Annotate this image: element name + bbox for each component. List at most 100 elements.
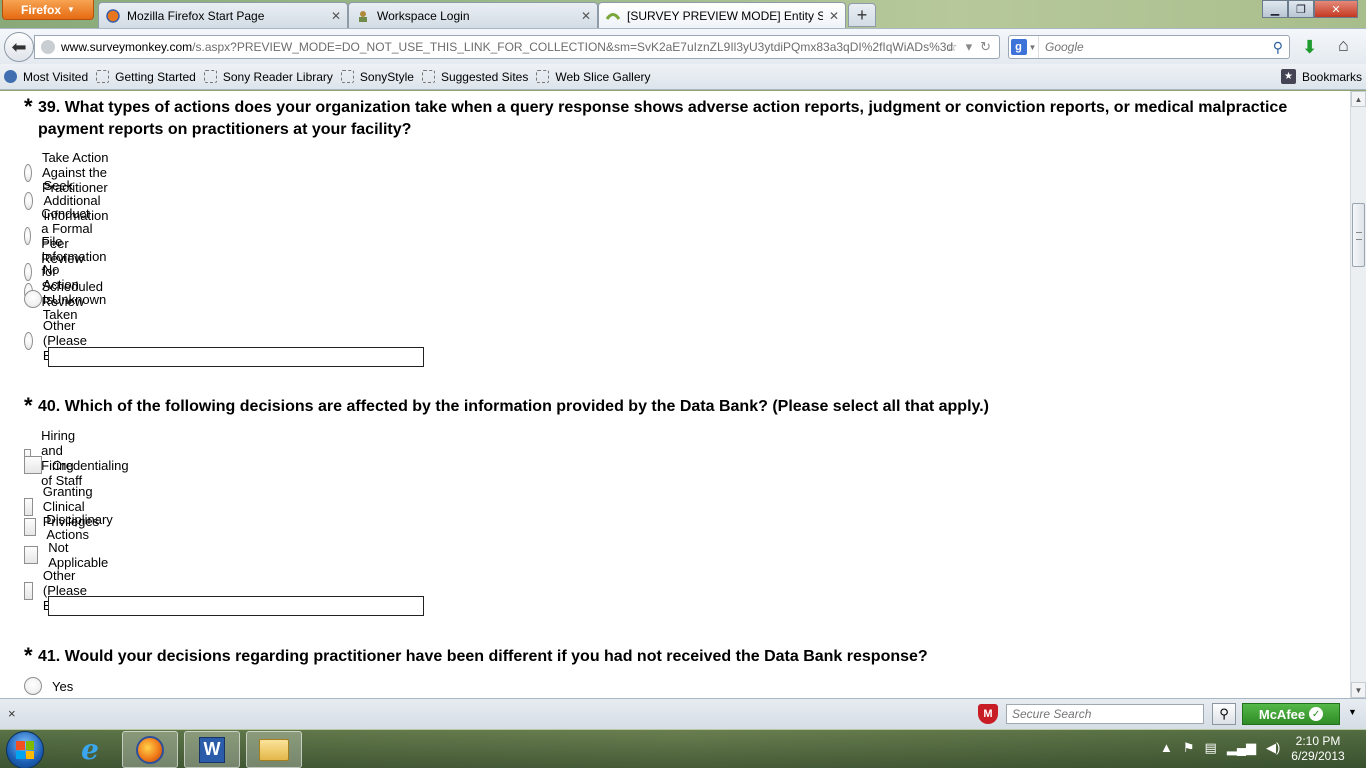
- show-hidden-icons-icon[interactable]: ▲: [1160, 740, 1173, 756]
- bookmark-label: Getting Started: [115, 69, 196, 84]
- close-icon[interactable]: ✕: [581, 9, 591, 23]
- required-asterisk: *: [24, 643, 33, 668]
- search-placeholder: Google: [1045, 40, 1084, 54]
- tab-workspace-login[interactable]: Workspace Login ✕: [348, 2, 598, 28]
- bookmark-label: Suggested Sites: [440, 69, 529, 84]
- checkbox[interactable]: [24, 518, 37, 536]
- close-icon[interactable]: ✕: [829, 9, 839, 23]
- bookmark-label: Sony Reader Library: [222, 69, 333, 84]
- checkbox[interactable]: [24, 581, 33, 600]
- google-icon: g: [1010, 39, 1027, 55]
- scrollbar-thumb[interactable]: [1352, 203, 1365, 267]
- dropdown-arrow-icon[interactable]: ▾: [966, 39, 973, 55]
- mcafee-button[interactable]: McAfee ✓: [1242, 703, 1340, 725]
- search-engine-selector[interactable]: g ▼: [1009, 36, 1039, 58]
- vertical-scrollbar[interactable]: ▲ ▼: [1350, 91, 1366, 698]
- bookmark-most-visited[interactable]: Most Visited: [4, 70, 88, 84]
- option-label[interactable]: Unknown: [52, 292, 106, 307]
- radio-button[interactable]: [24, 331, 33, 350]
- radio-button[interactable]: [24, 677, 42, 695]
- option-label[interactable]: Yes: [52, 679, 73, 694]
- option-label[interactable]: Credentialing: [52, 458, 129, 473]
- checkbox[interactable]: [24, 546, 39, 564]
- search-icon[interactable]: ⚲: [1273, 39, 1283, 56]
- network-signal-icon[interactable]: ▂▄▆: [1227, 740, 1256, 756]
- page-content: * 39. What types of actions does your or…: [0, 91, 1350, 698]
- taskbar-explorer[interactable]: [246, 731, 302, 768]
- page-icon: [203, 70, 217, 83]
- windows-taskbar: e W ▲ ⚑ ▤ ▂▄▆ ◀) 2:10 PM 6/29/2013: [0, 729, 1366, 768]
- checkbox[interactable]: [24, 456, 42, 474]
- bookmark-label: SonyStyle: [359, 69, 414, 84]
- action-center-flag-icon[interactable]: ⚑: [1183, 740, 1195, 756]
- addon-bar: × M ⚲ McAfee ✓ ▼: [0, 698, 1366, 729]
- taskbar-clock[interactable]: 2:10 PM 6/29/2013: [1282, 734, 1354, 764]
- option-row[interactable]: Unknown: [24, 290, 106, 308]
- option-row[interactable]: Not Applicable: [24, 540, 112, 570]
- mcafee-shield-icon[interactable]: M: [978, 704, 998, 724]
- other-explain-input[interactable]: [48, 596, 424, 616]
- radio-button[interactable]: [24, 290, 42, 308]
- bookmarks-menu-label: Bookmarks: [1301, 69, 1362, 84]
- option-label[interactable]: Not Applicable: [48, 540, 112, 570]
- close-addon-bar-icon[interactable]: ×: [8, 706, 16, 721]
- start-button[interactable]: [6, 731, 44, 768]
- url-path: /s.aspx?PREVIEW_MODE=DO_NOT_USE_THIS_LIN…: [192, 40, 954, 54]
- page-icon: [340, 70, 354, 83]
- folder-icon: [259, 738, 289, 761]
- bookmark-label: Most Visited: [23, 69, 89, 84]
- question-header: * 39. What types of actions does your or…: [24, 96, 1308, 141]
- other-explain-input[interactable]: [48, 347, 424, 367]
- question-40: * 40. Which of the following decisions a…: [24, 393, 1308, 418]
- page-icon: [96, 70, 110, 83]
- option-row[interactable]: Disciplinary Actions: [24, 512, 118, 542]
- caret-down-icon: ▼: [1028, 42, 1037, 52]
- volume-icon[interactable]: ◀): [1266, 740, 1280, 756]
- firefox-menu-button[interactable]: Firefox ▼: [2, 0, 94, 20]
- secure-search-input[interactable]: [1006, 704, 1204, 724]
- back-button[interactable]: ⬅: [4, 32, 34, 62]
- download-icon[interactable]: ⬇: [1302, 37, 1317, 58]
- scroll-up-icon[interactable]: ▲: [1351, 91, 1366, 107]
- bookmark-getting-started[interactable]: Getting Started: [96, 70, 196, 84]
- maximize-button[interactable]: ❐: [1288, 0, 1314, 18]
- bookmark-sony-reader-library[interactable]: Sony Reader Library: [203, 69, 333, 84]
- bookmark-sonystyle[interactable]: SonyStyle: [340, 69, 414, 84]
- url-bar[interactable]: www.surveymonkey.com /s.aspx?PREVIEW_MOD…: [34, 35, 1000, 59]
- taskbar-internet-explorer[interactable]: e: [62, 731, 118, 768]
- url-host: www.surveymonkey.com: [61, 40, 193, 54]
- reload-icon[interactable]: ↻: [980, 39, 991, 55]
- bookmark-suggested-sites[interactable]: Suggested Sites: [421, 69, 529, 84]
- tab-firefox-start[interactable]: Mozilla Firefox Start Page ✕: [98, 2, 348, 28]
- taskbar-firefox[interactable]: [122, 731, 178, 768]
- question-39: * 39. What types of actions does your or…: [24, 96, 1308, 141]
- star-bookmark-icon[interactable]: ☆: [946, 39, 958, 55]
- tab-survey-preview[interactable]: [SURVEY PREVIEW MODE] Entity Surv... ✕: [598, 2, 846, 29]
- home-icon[interactable]: ⌂: [1338, 35, 1349, 56]
- taskbar-word[interactable]: W: [184, 731, 240, 768]
- bookmark-label: Web Slice Gallery: [555, 69, 651, 84]
- bookmark-web-slice-gallery[interactable]: Web Slice Gallery: [536, 69, 651, 84]
- star-icon: ★: [1280, 69, 1296, 84]
- title-bar: Firefox ▼ Mozilla Firefox Start Page ✕ W…: [0, 0, 1366, 29]
- scroll-down-icon[interactable]: ▼: [1351, 682, 1366, 698]
- option-row[interactable]: Credentialing: [24, 456, 129, 474]
- secure-search-button[interactable]: ⚲: [1212, 703, 1236, 725]
- window-close-button[interactable]: ✕: [1314, 0, 1358, 18]
- system-tray: ▲ ⚑ ▤ ▂▄▆ ◀): [1160, 740, 1280, 756]
- device-icon[interactable]: ▤: [1205, 740, 1217, 756]
- search-bar[interactable]: g ▼ Google ⚲: [1008, 35, 1290, 59]
- minimize-button[interactable]: ▁: [1262, 0, 1288, 18]
- caret-down-icon[interactable]: ▼: [1348, 707, 1357, 717]
- required-asterisk: *: [24, 393, 33, 418]
- page-icon: [536, 70, 550, 83]
- new-tab-button[interactable]: +: [848, 3, 876, 27]
- bookmarks-menu-button[interactable]: ★ Bookmarks: [1280, 69, 1362, 84]
- option-label[interactable]: Disciplinary Actions: [46, 512, 118, 542]
- tab-title: [SURVEY PREVIEW MODE] Entity Surv...: [627, 9, 823, 23]
- close-icon[interactable]: ✕: [331, 9, 341, 23]
- most-visited-icon: [4, 70, 17, 83]
- option-row[interactable]: Yes: [24, 677, 73, 695]
- bookmarks-bar: Most Visited Getting Started Sony Reader…: [0, 64, 1366, 90]
- globe-icon: [41, 40, 55, 54]
